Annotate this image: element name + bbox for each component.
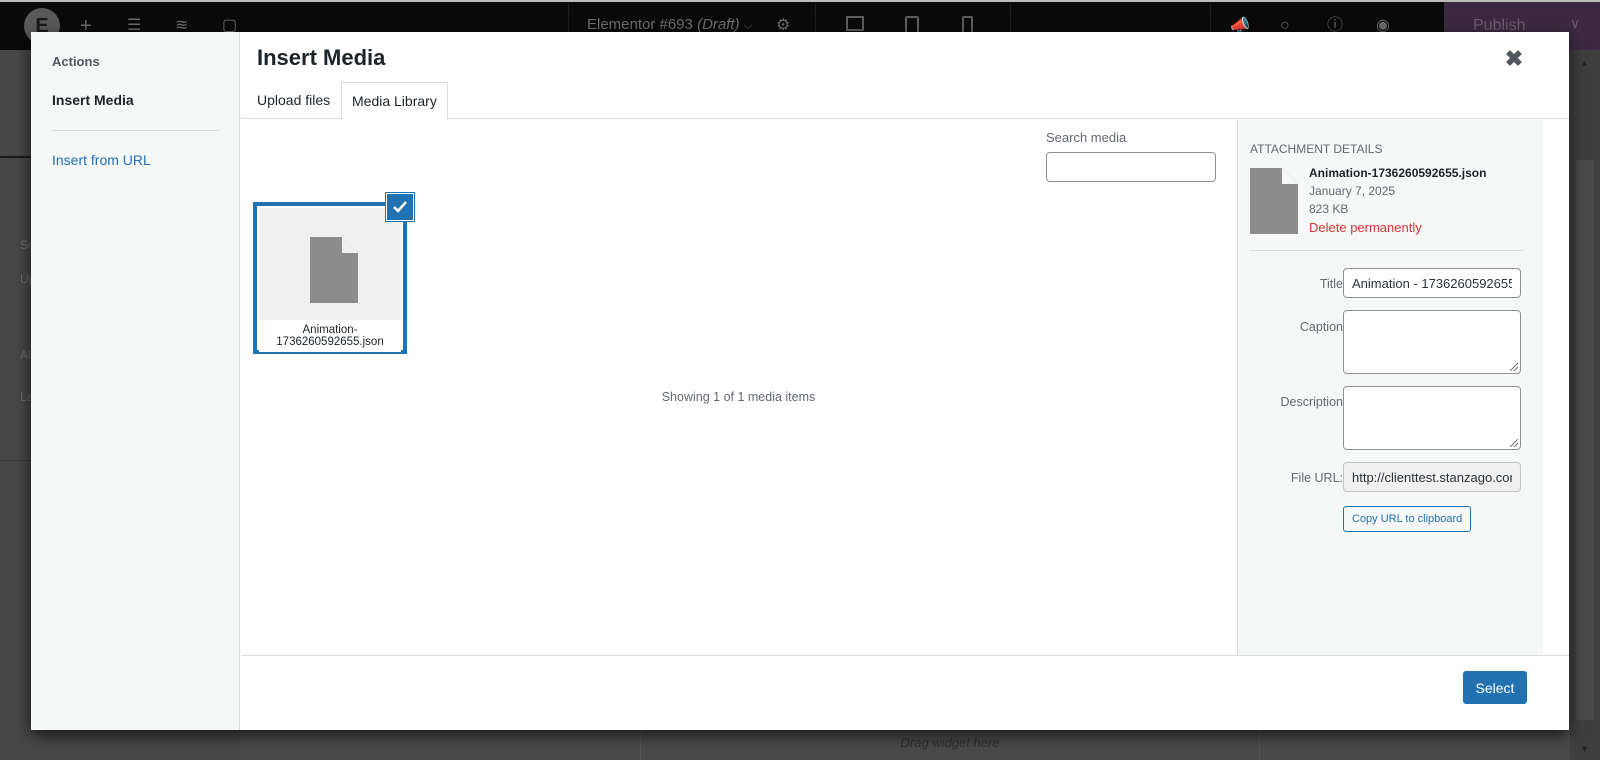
document-icon [310, 237, 358, 303]
filename-line-1: Animation- [302, 324, 358, 336]
close-button[interactable]: ✖ [1499, 44, 1529, 74]
title-field[interactable] [1343, 268, 1521, 298]
tab-upload-files[interactable]: Upload files [247, 82, 340, 119]
insert-media-modal: Actions Insert Media Insert from URL Ins… [31, 32, 1569, 730]
search-label: Search media [1046, 130, 1127, 145]
menu-item-insert-from-url[interactable]: Insert from URL [52, 152, 151, 168]
resize-handle-icon[interactable] [1510, 363, 1518, 371]
desktop-icon[interactable] [846, 16, 864, 31]
attachment-filename: Animation-1736260592655.json [1309, 166, 1487, 180]
copy-url-button[interactable]: Copy URL to clipboard [1343, 506, 1472, 532]
chevron-down-icon: ⌵ [743, 20, 753, 32]
drag-widget-hint: Drag widget here [900, 735, 1000, 750]
attachment-size: 823 KB [1309, 202, 1349, 216]
caption-field[interactable] [1343, 310, 1521, 374]
media-item-preview [259, 208, 401, 320]
attachment-date: January 7, 2025 [1309, 184, 1396, 198]
divider [52, 130, 219, 131]
media-count-status: Showing 1 of 1 media items [661, 390, 816, 404]
description-field[interactable] [1343, 386, 1521, 450]
search-input[interactable] [1046, 152, 1216, 182]
chevron-down-icon[interactable]: ∨ [1570, 15, 1580, 32]
description-label: Description [1280, 395, 1343, 409]
attachment-details-heading: Attachment Details [1250, 142, 1383, 156]
modal-title: Insert Media [257, 45, 386, 70]
document-title[interactable]: Elementor #693 (Draft) ⌵ [587, 16, 752, 33]
menu-heading: Actions [52, 54, 100, 69]
scroll-down-icon[interactable]: ▼ [1580, 744, 1589, 754]
menu-item-insert-media[interactable]: Insert Media [52, 92, 134, 108]
filename-line-2: 1736260592655.json [276, 336, 384, 348]
tab-media-library[interactable]: Media Library [341, 82, 448, 120]
caption-label: Caption [1299, 320, 1343, 334]
media-tabs: Upload files Media Library [241, 82, 1569, 120]
canvas-drop-area[interactable]: Drag widget here [640, 730, 1260, 760]
attachment-details-panel: Attachment Details Animation-17362605926… [1237, 120, 1543, 655]
scroll-up-icon[interactable]: ▲ [1580, 58, 1589, 68]
file-url-field[interactable] [1343, 462, 1521, 492]
scrollbar[interactable]: ▲ ▼ [1570, 50, 1600, 760]
divider [1250, 250, 1523, 251]
selected-check-button[interactable] [387, 194, 413, 220]
media-item-filename: Animation- 1736260592655.json [259, 320, 401, 352]
resize-handle-icon[interactable] [1510, 439, 1518, 447]
media-item[interactable]: Animation- 1736260592655.json [253, 202, 407, 354]
modal-toolbar: Select [241, 655, 1569, 730]
delete-permanently-link[interactable]: Delete permanently [1309, 220, 1422, 235]
checkmark-icon [393, 201, 407, 213]
title-label: Title [1319, 277, 1343, 291]
file-url-label: File URL: [1290, 471, 1343, 485]
scrollbar-thumb[interactable] [1576, 160, 1594, 720]
panel-text: Al [20, 348, 31, 362]
media-menu: Actions Insert Media Insert from URL [31, 32, 240, 730]
document-thumbnail-icon [1250, 168, 1298, 234]
media-library-content: Search media Animation- 1736260592655.js… [241, 120, 1236, 655]
select-button[interactable]: Select [1463, 671, 1527, 704]
document-status: (Draft) [697, 16, 740, 33]
document-name: Elementor #693 [587, 16, 693, 33]
close-icon: ✖ [1504, 46, 1524, 71]
